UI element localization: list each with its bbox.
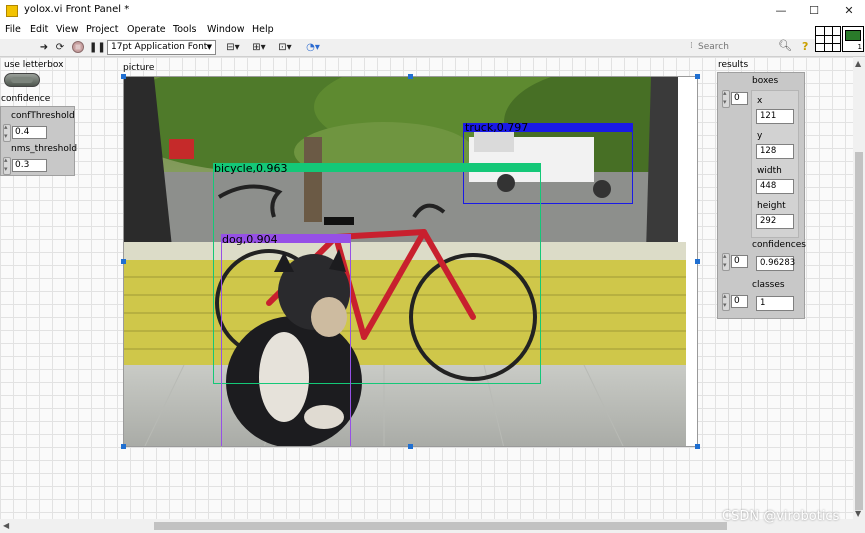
chevron-down-icon: ▼: [206, 43, 212, 51]
width-field: 448: [756, 179, 794, 194]
classes-label: classes: [752, 280, 785, 290]
abort-icon[interactable]: [71, 41, 85, 55]
resize-handle[interactable]: [121, 74, 126, 79]
search-input[interactable]: [698, 40, 776, 54]
conf-threshold-field[interactable]: 0.4: [12, 126, 47, 139]
picture-indicator: truck,0.797 bicycle,0.963 dog,0.904: [123, 76, 698, 447]
y-label: y: [757, 131, 763, 141]
pause-icon[interactable]: ❚❚: [89, 41, 106, 55]
nms-threshold-label: nms_threshold: [11, 144, 78, 154]
connector-pane-icon[interactable]: [815, 26, 841, 52]
resize-handle[interactable]: [408, 74, 413, 79]
use-letterbox-label: use letterbox: [4, 60, 64, 70]
horizontal-scroll-thumb[interactable]: [154, 522, 727, 530]
distribute-objects-icon[interactable]: ⊞▾: [248, 41, 270, 55]
window-title: yolox.vi Front Panel *: [24, 4, 130, 15]
search-grip-icon: ⁞: [690, 41, 693, 51]
confidences-label: confidences: [752, 240, 806, 250]
resize-handle[interactable]: [408, 444, 413, 449]
run-arrow-icon[interactable]: ➜: [38, 41, 50, 55]
width-label: width: [757, 166, 782, 176]
menu-view[interactable]: View: [56, 24, 79, 35]
x-field: 121: [756, 109, 794, 124]
resize-handle[interactable]: [121, 259, 126, 264]
menu-operate[interactable]: Operate: [127, 24, 166, 35]
y-field: 128: [756, 144, 794, 159]
font-select-value: 17pt Application Font: [111, 42, 208, 52]
picture-label: picture: [123, 63, 155, 73]
minimize-button[interactable]: —: [767, 2, 795, 20]
menu-file[interactable]: File: [5, 24, 21, 35]
help-icon[interactable]: ?: [802, 40, 814, 54]
watermark: CSDN @virobotics: [722, 509, 840, 524]
menu-window[interactable]: Window: [207, 24, 244, 35]
confidence-label: confidence: [1, 94, 51, 104]
use-letterbox-toggle[interactable]: [4, 73, 40, 87]
results-label: results: [718, 60, 749, 70]
resize-handle[interactable]: [695, 259, 700, 264]
nms-threshold-spinner[interactable]: [3, 156, 11, 175]
scroll-down-icon[interactable]: ▼: [855, 509, 861, 518]
truck-detection-label: truck,0.797: [465, 121, 529, 134]
search-icon[interactable]: 🔍︎: [778, 39, 792, 52]
title-bar: yolox.vi Front Panel * — ☐ ✕: [0, 0, 865, 22]
boxes-index-spinner[interactable]: [722, 89, 730, 108]
classes-index-spinner[interactable]: [722, 292, 730, 311]
menu-edit[interactable]: Edit: [30, 24, 48, 35]
bicycle-detection-label: bicycle,0.963: [214, 162, 288, 175]
search-box[interactable]: ⁞ 🔍︎: [690, 39, 794, 55]
x-label: x: [757, 96, 763, 106]
nms-threshold-field[interactable]: 0.3: [12, 159, 47, 172]
maximize-button[interactable]: ☐: [800, 2, 828, 20]
menu-project[interactable]: Project: [86, 24, 119, 35]
menu-tools[interactable]: Tools: [173, 24, 196, 35]
height-field: 292: [756, 214, 794, 229]
vi-icon[interactable]: 1: [842, 26, 864, 52]
resize-objects-icon[interactable]: ⊡▾: [274, 41, 296, 55]
labview-app-icon: [6, 5, 18, 17]
resize-handle[interactable]: [695, 74, 700, 79]
boxes-label: boxes: [752, 76, 779, 86]
dog-detection-box: [221, 234, 351, 446]
menu-bar: File Edit View Project Operate Tools Win…: [0, 22, 865, 39]
scroll-up-icon[interactable]: ▲: [855, 59, 861, 68]
dog-detection-label: dog,0.904: [222, 233, 278, 246]
confidences-index-spinner[interactable]: [722, 252, 730, 271]
vertical-scroll-thumb[interactable]: [855, 152, 863, 510]
classes-field: 1: [756, 296, 794, 311]
toolbar: ➜ ⟳ ❚❚ 17pt Application Font ▼ ⊟▾ ⊞▾ ⊡▾ …: [0, 39, 865, 57]
run-continuously-icon[interactable]: ⟳: [53, 41, 67, 55]
confidences-field: 0.96283: [756, 256, 795, 271]
height-label: height: [757, 201, 786, 211]
font-select[interactable]: 17pt Application Font ▼: [107, 40, 216, 55]
vi-icon-screen: [845, 30, 861, 41]
resize-handle[interactable]: [695, 444, 700, 449]
close-button[interactable]: ✕: [835, 2, 863, 20]
reorder-icon[interactable]: ◔▾: [302, 41, 324, 55]
resize-handle[interactable]: [121, 444, 126, 449]
align-objects-icon[interactable]: ⊟▾: [222, 41, 244, 55]
boxes-index-field[interactable]: 0: [731, 92, 748, 105]
menu-help[interactable]: Help: [252, 24, 274, 35]
conf-threshold-spinner[interactable]: [3, 123, 11, 142]
conf-threshold-label: confThreshold: [11, 111, 75, 121]
vi-icon-number: 1: [857, 43, 862, 51]
classes-index-field[interactable]: 0: [731, 295, 748, 308]
vertical-scrollbar[interactable]: ▲ ▼: [853, 57, 865, 519]
confidences-index-field[interactable]: 0: [731, 255, 748, 268]
scroll-left-icon[interactable]: ◀: [3, 521, 9, 530]
